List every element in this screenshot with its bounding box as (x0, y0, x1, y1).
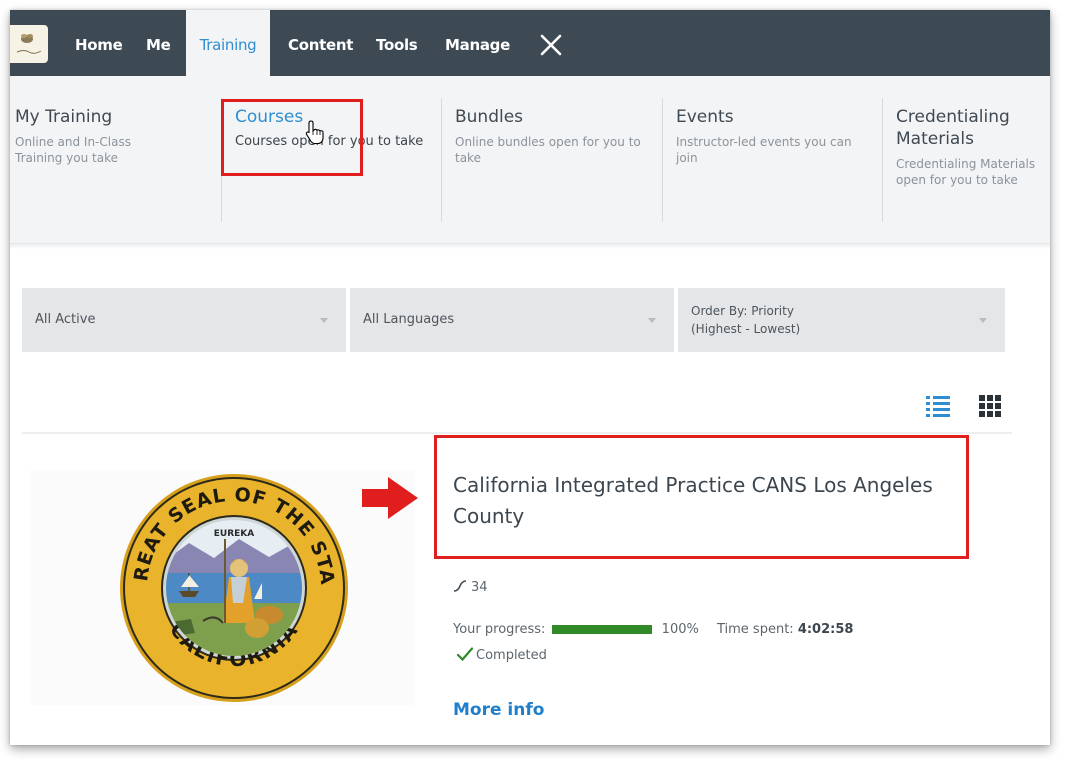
course-ratings: 34 (453, 580, 488, 595)
nav-content[interactable]: Content (288, 10, 353, 76)
language-filter-select[interactable]: All Languages (350, 288, 674, 352)
chevron-down-icon (979, 318, 987, 323)
chevron-down-icon (320, 318, 328, 323)
completion-status-text: Completed (476, 648, 547, 663)
time-spent-value: 4:02:58 (797, 622, 854, 637)
progress-percent: 100% (661, 622, 699, 637)
course-thumbnail[interactable]: THE GREAT SEAL OF THE STATE OF CALIFORNI… (30, 470, 414, 705)
training-dropdown-menu: My Training Online and In-Class Training… (10, 76, 1050, 244)
grid-view-icon[interactable] (976, 392, 1004, 420)
seal-motto: EUREKA (214, 529, 255, 539)
time-spent-label: Time spent: (716, 622, 794, 637)
progress-bar (551, 625, 652, 634)
order-by-value: Order By: Priority (Highest - Lowest) (691, 304, 801, 336)
menu-divider (882, 98, 883, 222)
menu-description: Credentialing Materials open for you to … (896, 157, 1036, 187)
menu-item-my-training[interactable]: My Training Online and In-Class Training… (15, 76, 205, 226)
progress-fill (551, 625, 652, 634)
menu-description: Instructor-led events you can join (676, 135, 852, 165)
rating-count: 34 (471, 580, 488, 595)
status-filter-select[interactable]: All Active (22, 288, 346, 352)
nav-home[interactable]: Home (75, 10, 123, 76)
browser-screenshot: Home Me Training Content Tools Manage My… (10, 10, 1050, 745)
content-divider (22, 432, 1012, 434)
menu-description: Online bundles open for you to take (455, 135, 641, 165)
menu-divider (221, 98, 222, 222)
list-view-icon[interactable] (924, 392, 952, 420)
menu-title: Events (676, 107, 734, 127)
top-navigation-bar: Home Me Training Content Tools Manage (10, 10, 1050, 80)
menu-title: Courses (235, 107, 304, 127)
checkmark-icon (457, 647, 473, 661)
course-progress-row: Your progress: 100% Time spent: 4:02:58 (453, 622, 853, 637)
progress-label: Your progress: (453, 622, 546, 637)
california-state-seal-image: THE GREAT SEAL OF THE STATE OF CALIFORNI… (119, 473, 348, 702)
course-title-link[interactable]: California Integrated Practice CANS Los … (453, 470, 973, 532)
more-info-link[interactable]: More info (453, 700, 544, 720)
menu-divider (441, 98, 442, 222)
menu-item-credentialing-materials[interactable]: Credentialing Materials Credentialing Ma… (896, 76, 1046, 226)
organization-logo-icon[interactable] (10, 25, 48, 63)
language-filter-value: All Languages (363, 312, 455, 327)
menu-title: My Training (15, 107, 113, 127)
rating-trend-icon (453, 580, 467, 592)
menu-title: Credentialing Materials (896, 107, 1010, 149)
nav-me[interactable]: Me (146, 10, 171, 76)
menu-item-bundles[interactable]: Bundles Online bundles open for you to t… (455, 76, 650, 226)
completion-status: Completed (457, 647, 547, 663)
nav-manage[interactable]: Manage (445, 10, 510, 76)
status-filter-value: All Active (35, 312, 96, 327)
red-arrow-icon (362, 477, 418, 519)
menu-item-events[interactable]: Events Instructor-led events you can joi… (676, 76, 876, 226)
close-icon[interactable] (538, 32, 564, 58)
menu-shadow (10, 244, 1050, 249)
hand-cursor-icon (305, 120, 324, 145)
menu-title: Bundles (455, 107, 524, 127)
menu-divider (662, 98, 663, 222)
menu-description: Courses open for you to take (235, 134, 424, 149)
menu-description: Online and In-Class Training you take (15, 135, 131, 165)
menu-item-courses[interactable]: Courses Courses open for you to take (235, 76, 435, 226)
nav-tools[interactable]: Tools (376, 10, 418, 76)
nav-training[interactable]: Training (186, 10, 270, 80)
order-by-select[interactable]: Order By: Priority (Highest - Lowest) (678, 288, 1005, 352)
chevron-down-icon (648, 318, 656, 323)
